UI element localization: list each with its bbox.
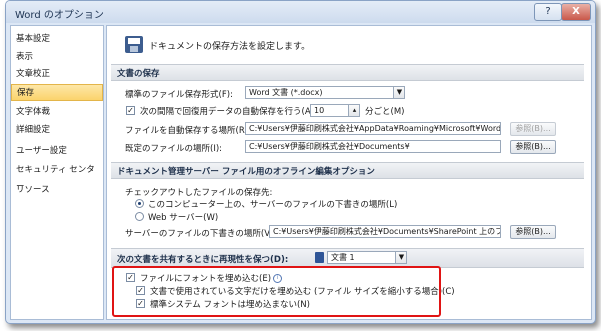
- sidebar-item-display[interactable]: 表示: [11, 49, 103, 66]
- sidebar-item-typography[interactable]: 文字体裁: [11, 104, 103, 121]
- chevron-down-icon: ▼: [393, 87, 404, 98]
- local-drafts-label: このコンピューター上の、サーバーのファイルの下書きの場所(L): [148, 200, 398, 210]
- window-title: Word のオプション: [15, 10, 104, 21]
- format-select[interactable]: Word 文書 (*.docx) ▼: [245, 86, 405, 99]
- autorecover-path-input[interactable]: C:¥Users¥伊藤印刷株式会社¥AppData¥Roaming¥Micros…: [245, 122, 501, 135]
- default-path-input[interactable]: C:¥Users¥伊藤印刷株式会社¥Documents¥: [245, 140, 501, 153]
- document-icon: [315, 252, 324, 263]
- server-section-heading: ドキュメント管理サーバー ファイル用のオフライン編集オプション: [111, 162, 584, 179]
- annotation-highlight-box: [112, 266, 441, 317]
- sidebar: 基本設定 表示 文章校正 保存 文字体裁 詳細設定 ユーザー設定 セキュリティ …: [10, 25, 104, 320]
- document-select[interactable]: 文書 1 ▼: [327, 251, 407, 264]
- autorecover-label: 次の間隔で回復用データの自動保存を行う(A):: [140, 107, 317, 117]
- web-server-label: Web サーバー(W): [148, 213, 219, 223]
- page-header: ドキュメントの保存方法を設定します。: [149, 42, 311, 52]
- drafts-path-label: サーバーのファイルの下書きの場所(V):: [125, 229, 277, 239]
- format-value: Word 文書 (*.docx): [249, 88, 323, 97]
- default-path-label: 既定のファイルの場所(I):: [125, 144, 223, 154]
- drafts-browse-button[interactable]: 参照(B)...: [510, 225, 556, 239]
- chevron-down-icon: ▼: [395, 252, 406, 263]
- autorecover-minutes-stepper[interactable]: 10 ▴: [310, 104, 360, 117]
- autorecover-unit: 分ごと(M): [365, 107, 405, 117]
- checkout-label: チェックアウトしたファイルの保存先:: [125, 188, 273, 198]
- format-label: 標準のファイル保存形式(F):: [125, 90, 233, 100]
- save-section-heading: 文書の保存: [111, 64, 584, 81]
- sidebar-item-save[interactable]: 保存: [11, 84, 103, 101]
- autorecover-checkbox[interactable]: ✓: [126, 106, 135, 115]
- sidebar-item-trust-center[interactable]: セキュリティ センター: [11, 162, 103, 192]
- drafts-path-input[interactable]: C:¥Users¥伊藤印刷株式会社¥Documents¥SharePoint 上…: [269, 225, 501, 238]
- autorecover-browse-button[interactable]: 参照(B)...: [510, 122, 556, 136]
- help-button[interactable]: ?: [534, 3, 562, 21]
- save-disk-icon: [125, 36, 143, 53]
- close-button[interactable]: X: [561, 3, 591, 21]
- sidebar-item-resources[interactable]: リソース: [11, 182, 103, 199]
- web-server-radio[interactable]: [135, 212, 144, 221]
- local-drafts-radio[interactable]: [135, 199, 144, 208]
- sidebar-item-basic[interactable]: 基本設定: [11, 31, 103, 48]
- sidebar-item-proofing[interactable]: 文章校正: [11, 66, 103, 83]
- autorecover-path-label: ファイルを自動保存する場所(R):: [125, 126, 251, 136]
- sidebar-item-customize[interactable]: ユーザー設定: [11, 143, 103, 160]
- title-bar: Word のオプション ? X: [6, 1, 595, 23]
- sidebar-item-advanced[interactable]: 詳細設定: [11, 122, 103, 139]
- default-browse-button[interactable]: 参照(B)...: [510, 140, 556, 154]
- spin-arrows-icon[interactable]: ▴: [348, 105, 359, 116]
